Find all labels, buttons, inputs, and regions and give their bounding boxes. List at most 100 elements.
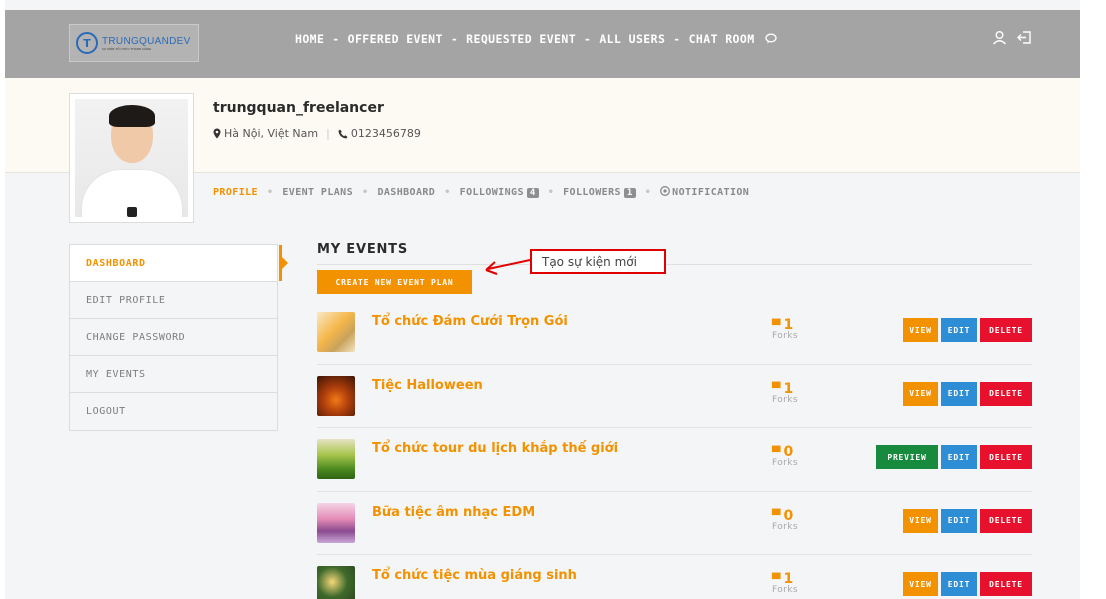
view-button[interactable]: VIEW (903, 508, 938, 533)
nav-requested-event[interactable]: REQUESTED EVENT (466, 32, 576, 46)
event-forks: ▀ 0 Forks (772, 444, 817, 468)
followers-count-badge: 1 (623, 187, 636, 198)
tab-followers[interactable]: FOLLOWERS 1 (563, 187, 636, 198)
annotation-arrow-icon (485, 259, 531, 275)
forks-label: Forks (772, 331, 798, 341)
phone-icon (338, 129, 348, 138)
outer-margin-right (1080, 0, 1106, 599)
edit-button[interactable]: EDIT (941, 445, 977, 469)
event-row: Tổ chức tiệc mùa giáng sinh ▀ 1 Forks VIE… (317, 555, 1032, 599)
nav-chat-room[interactable]: CHAT ROOM (689, 32, 777, 46)
top-navbar: T TRUNGQUANDEV SỰ KIỆN TỔ CHỨC THÀNH CÔN… (5, 10, 1080, 78)
event-title[interactable]: Tiệc Halloween (372, 378, 483, 393)
profile-location: Hà Nội, Việt Nam (224, 127, 319, 140)
forks-label: Forks (772, 394, 798, 405)
page-title: MY EVENTS (317, 242, 409, 257)
event-title[interactable]: Tổ chức tiệc mùa giáng sinh (372, 568, 577, 583)
event-title[interactable]: Bữa tiệc âm nhạc EDM (372, 505, 535, 520)
tab-event-plans[interactable]: EVENT PLANS (282, 187, 353, 198)
sidebar-item-dashboard[interactable]: DASHBOARD (70, 245, 288, 282)
edit-button[interactable]: EDIT (941, 318, 977, 342)
forks-label: Forks (772, 521, 798, 532)
tab-dashboard[interactable]: DASHBOARD (377, 187, 435, 198)
event-thumbnail[interactable] (317, 312, 355, 352)
event-thumbnail[interactable] (317, 375, 355, 416)
sidebar-item-my-events[interactable]: MY EVENTS (70, 356, 277, 393)
avatar-hair (109, 105, 155, 127)
view-button[interactable]: VIEW (903, 572, 938, 596)
forks-label: Forks (772, 585, 798, 595)
preview-button[interactable]: PREVIEW (876, 445, 938, 469)
event-actions: VIEW EDIT DELETE (903, 508, 1032, 533)
event-title[interactable]: Tổ chức tour du lịch khắp thế giới (372, 441, 618, 456)
event-actions: PREVIEW EDIT DELETE (876, 445, 1032, 469)
edit-button[interactable]: EDIT (941, 572, 977, 596)
event-thumbnail[interactable] (317, 439, 355, 479)
nav-home[interactable]: HOME (295, 32, 324, 46)
globe-icon (660, 186, 671, 196)
event-actions: VIEW EDIT DELETE (903, 318, 1032, 342)
event-row: Tiệc Halloween ▀ 1 Forks VIEW EDIT DELETE (317, 365, 1032, 428)
event-row: Tổ chức Đám Cưới Trọn Gói ▀ 1 Forks VIEW … (317, 301, 1032, 365)
annotation-callout: Tạo sự kiện mới (530, 249, 666, 274)
profile-phone: 0123456789 (350, 127, 421, 140)
tab-followings-label: FOLLOWINGS (459, 186, 524, 198)
tab-separator: • (644, 186, 652, 198)
nav-chat-room-label: CHAT ROOM (688, 32, 755, 46)
edit-button[interactable]: EDIT (941, 381, 977, 406)
tab-notification[interactable]: NOTIFICATION (660, 186, 749, 198)
chat-bubble-icon (765, 33, 777, 44)
avatar-tie (127, 207, 137, 217)
event-forks: ▀ 1 Forks (772, 317, 817, 341)
event-thumbnail[interactable] (317, 566, 355, 599)
logo-text: TRUNGQUANDEV (102, 35, 191, 47)
event-title[interactable]: Tổ chức Đám Cưới Trọn Gói (372, 314, 568, 329)
cart-icon: ▀ (772, 318, 781, 332)
nav-offered-event[interactable]: OFFERED EVENT (348, 32, 443, 46)
create-event-plan-button[interactable]: CREATE NEW EVENT PLAN (317, 270, 472, 294)
forks-label: Forks (772, 458, 798, 468)
logout-icon[interactable] (1017, 30, 1032, 45)
sidebar: DASHBOARD EDIT PROFILE CHANGE PASSWORD M… (69, 244, 288, 431)
avatar[interactable] (69, 93, 194, 223)
delete-button[interactable]: DELETE (980, 318, 1032, 342)
sidebar-item-logout[interactable]: LOGOUT (70, 393, 277, 430)
avatar-photo (75, 99, 188, 217)
event-forks: ▀ 1 Forks (772, 381, 817, 405)
tab-followings[interactable]: FOLLOWINGS 4 (460, 187, 539, 198)
logo[interactable]: T TRUNGQUANDEV SỰ KIỆN TỔ CHỨC THÀNH CÔN… (69, 24, 199, 62)
event-actions: VIEW EDIT DELETE (903, 381, 1032, 406)
tab-profile[interactable]: PROFILE (213, 187, 258, 198)
view-button[interactable]: VIEW (903, 381, 938, 406)
delete-button[interactable]: DELETE (980, 381, 1032, 406)
sidebar-item-edit-profile[interactable]: EDIT PROFILE (70, 282, 277, 319)
cart-icon: ▀ (772, 509, 781, 522)
tab-separator: • (444, 186, 451, 198)
delete-button[interactable]: DELETE (980, 572, 1032, 596)
tab-separator: • (547, 186, 555, 198)
logo-mark-icon: T (76, 32, 98, 54)
profile-contact: Hà Nội, Việt Nam | 0123456789 (213, 127, 421, 140)
event-row: Bữa tiệc âm nhạc EDM ▀ 0 Forks VIEW EDIT … (317, 492, 1032, 555)
view-button[interactable]: VIEW (903, 318, 938, 342)
event-forks: ▀ 1 Forks (772, 571, 817, 595)
tab-notification-label: NOTIFICATION (672, 187, 750, 198)
main-nav: HOME - OFFERED EVENT - REQUESTED EVENT -… (295, 32, 777, 46)
nav-separator: - (673, 32, 681, 46)
tab-separator: • (266, 186, 274, 198)
logo-tagline: SỰ KIỆN TỔ CHỨC THÀNH CÔNG (102, 46, 152, 51)
nav-all-users[interactable]: ALL USERS (599, 32, 665, 46)
user-icon[interactable] (992, 30, 1007, 45)
tab-followers-label: FOLLOWERS (563, 186, 621, 198)
event-row: Tổ chức tour du lịch khắp thế giới ▀ 0 Fo… (317, 428, 1032, 492)
followings-count-badge: 4 (526, 187, 539, 198)
map-marker-icon (213, 128, 221, 139)
nav-separator: - (450, 32, 459, 46)
delete-button[interactable]: DELETE (980, 445, 1032, 469)
event-list: Tổ chức Đám Cưới Trọn Gói ▀ 1 Forks VIEW … (317, 301, 1032, 599)
edit-button[interactable]: EDIT (941, 508, 977, 533)
contact-divider: | (326, 127, 330, 140)
sidebar-item-change-password[interactable]: CHANGE PASSWORD (70, 319, 277, 356)
delete-button[interactable]: DELETE (980, 508, 1032, 533)
event-thumbnail[interactable] (317, 502, 355, 543)
